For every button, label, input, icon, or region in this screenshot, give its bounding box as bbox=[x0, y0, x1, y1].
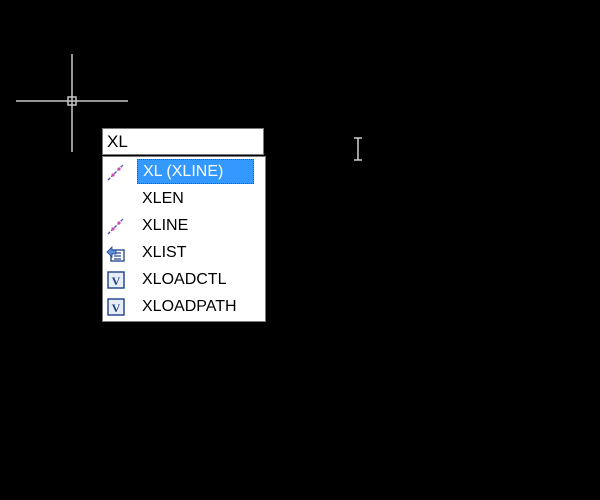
autocomplete-item-xlen[interactable]: XLEN bbox=[103, 185, 265, 212]
autocomplete-item-xloadctl[interactable]: V XLOADCTL bbox=[103, 266, 265, 293]
autocomplete-item-xlist[interactable]: XLIST bbox=[103, 239, 265, 266]
system-variable-icon: V bbox=[107, 298, 125, 316]
autocomplete-item-xloadpath[interactable]: V XLOADPATH bbox=[103, 293, 265, 320]
xline-icon bbox=[107, 217, 125, 235]
autocomplete-item-label: XLOADCTL bbox=[142, 271, 227, 288]
autocomplete-item-label: XLINE bbox=[142, 217, 189, 234]
autocomplete-list[interactable]: XL (XLINE) XLEN XLINE XLIST V XLOADCTL V… bbox=[102, 156, 266, 322]
autocomplete-item-label: XLIST bbox=[142, 244, 187, 261]
autocomplete-item-xline[interactable]: XLINE bbox=[103, 212, 265, 239]
drawing-canvas[interactable]: XL XL (XLINE) XLEN XLINE XLIST V XLOADCT… bbox=[0, 0, 600, 500]
autocomplete-item-xl-xline[interactable]: XL (XLINE) bbox=[103, 158, 265, 185]
autocomplete-item-label: XL (XLINE) bbox=[137, 159, 254, 184]
autocomplete-item-label: XLEN bbox=[142, 190, 184, 207]
command-input[interactable]: XL bbox=[102, 128, 264, 155]
command-input-value: XL bbox=[107, 132, 128, 151]
xline-icon bbox=[107, 163, 125, 181]
svg-text:V: V bbox=[112, 274, 121, 288]
text-cursor-icon bbox=[354, 137, 362, 161]
svg-text:V: V bbox=[112, 301, 121, 315]
autocomplete-item-label: XLOADPATH bbox=[142, 298, 237, 315]
system-variable-icon: V bbox=[107, 271, 125, 289]
xlist-icon bbox=[106, 246, 125, 262]
